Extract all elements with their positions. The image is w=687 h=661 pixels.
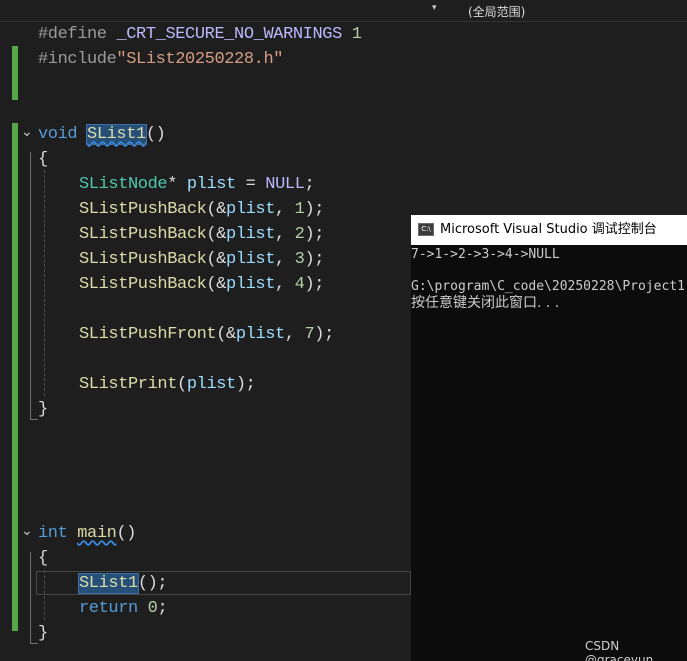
scope-bracket xyxy=(30,552,38,644)
console-output: 7->1->2->3->4->NULL G:\program\C_code\202… xyxy=(411,247,687,311)
symbol-SList1: SList1 xyxy=(86,124,147,145)
change-bar xyxy=(12,46,18,100)
code-line-close-brace: } xyxy=(38,400,48,419)
console-app-icon: C:\ xyxy=(418,223,434,236)
code-line-pushback-3: SListPushBack(&plist, 3); xyxy=(79,250,325,269)
code-line-pushback-4: SListPushBack(&plist, 4); xyxy=(79,275,325,294)
console-title-bar[interactable]: C:\ Microsoft Visual Studio 调试控制台 xyxy=(411,215,687,245)
console-line: 7->1->2->3->4->NULL xyxy=(411,247,560,262)
symbol-SList1-call: SList1 xyxy=(78,573,139,594)
watermark-text: CSDN @graceyun xyxy=(585,639,654,661)
code-line-call: SList1(); xyxy=(78,573,168,594)
change-bar xyxy=(12,123,18,631)
code-line-open-brace: { xyxy=(38,150,48,169)
code-line-pushback-2: SListPushBack(&plist, 2); xyxy=(79,225,325,244)
code-line-define: #define _CRT_SECURE_NO_WARNINGS 1 xyxy=(38,25,362,44)
console-line: 按任意键关闭此窗口. . . xyxy=(411,295,560,311)
fold-chevron-icon[interactable]: ⌄ xyxy=(21,523,33,539)
navigation-bar: ▾ (全局范围) xyxy=(0,0,687,22)
code-line-func-decl: void SList1() xyxy=(38,124,166,145)
code-line-pushback-1: SListPushBack(&plist, 1); xyxy=(79,200,325,219)
code-line-pushfront: SListPushFront(&plist, 7); xyxy=(79,325,334,344)
fold-chevron-icon[interactable]: ⌄ xyxy=(21,124,33,140)
code-line-main-decl: int main() xyxy=(38,524,137,543)
indent-guide xyxy=(44,170,45,396)
code-line-return: return 0; xyxy=(79,599,168,618)
scope-dropdown-icon[interactable]: ▾ xyxy=(432,3,437,13)
code-line-main-open: { xyxy=(38,549,48,568)
debug-console-window[interactable]: C:\ Microsoft Visual Studio 调试控制台 7->1->… xyxy=(411,215,687,661)
code-line-plist-decl: SListNode* plist = NULL; xyxy=(79,175,315,194)
console-line: G:\program\C_code\20250228\Project1 xyxy=(411,279,685,294)
code-line-include: #include"SList20250228.h" xyxy=(38,50,284,69)
console-title: Microsoft Visual Studio 调试控制台 xyxy=(440,222,657,237)
code-line-main-close: } xyxy=(38,624,48,643)
scope-bracket xyxy=(30,152,38,420)
scope-selector[interactable]: (全局范围) xyxy=(468,3,525,20)
code-line-print: SListPrint(plist); xyxy=(79,375,256,394)
